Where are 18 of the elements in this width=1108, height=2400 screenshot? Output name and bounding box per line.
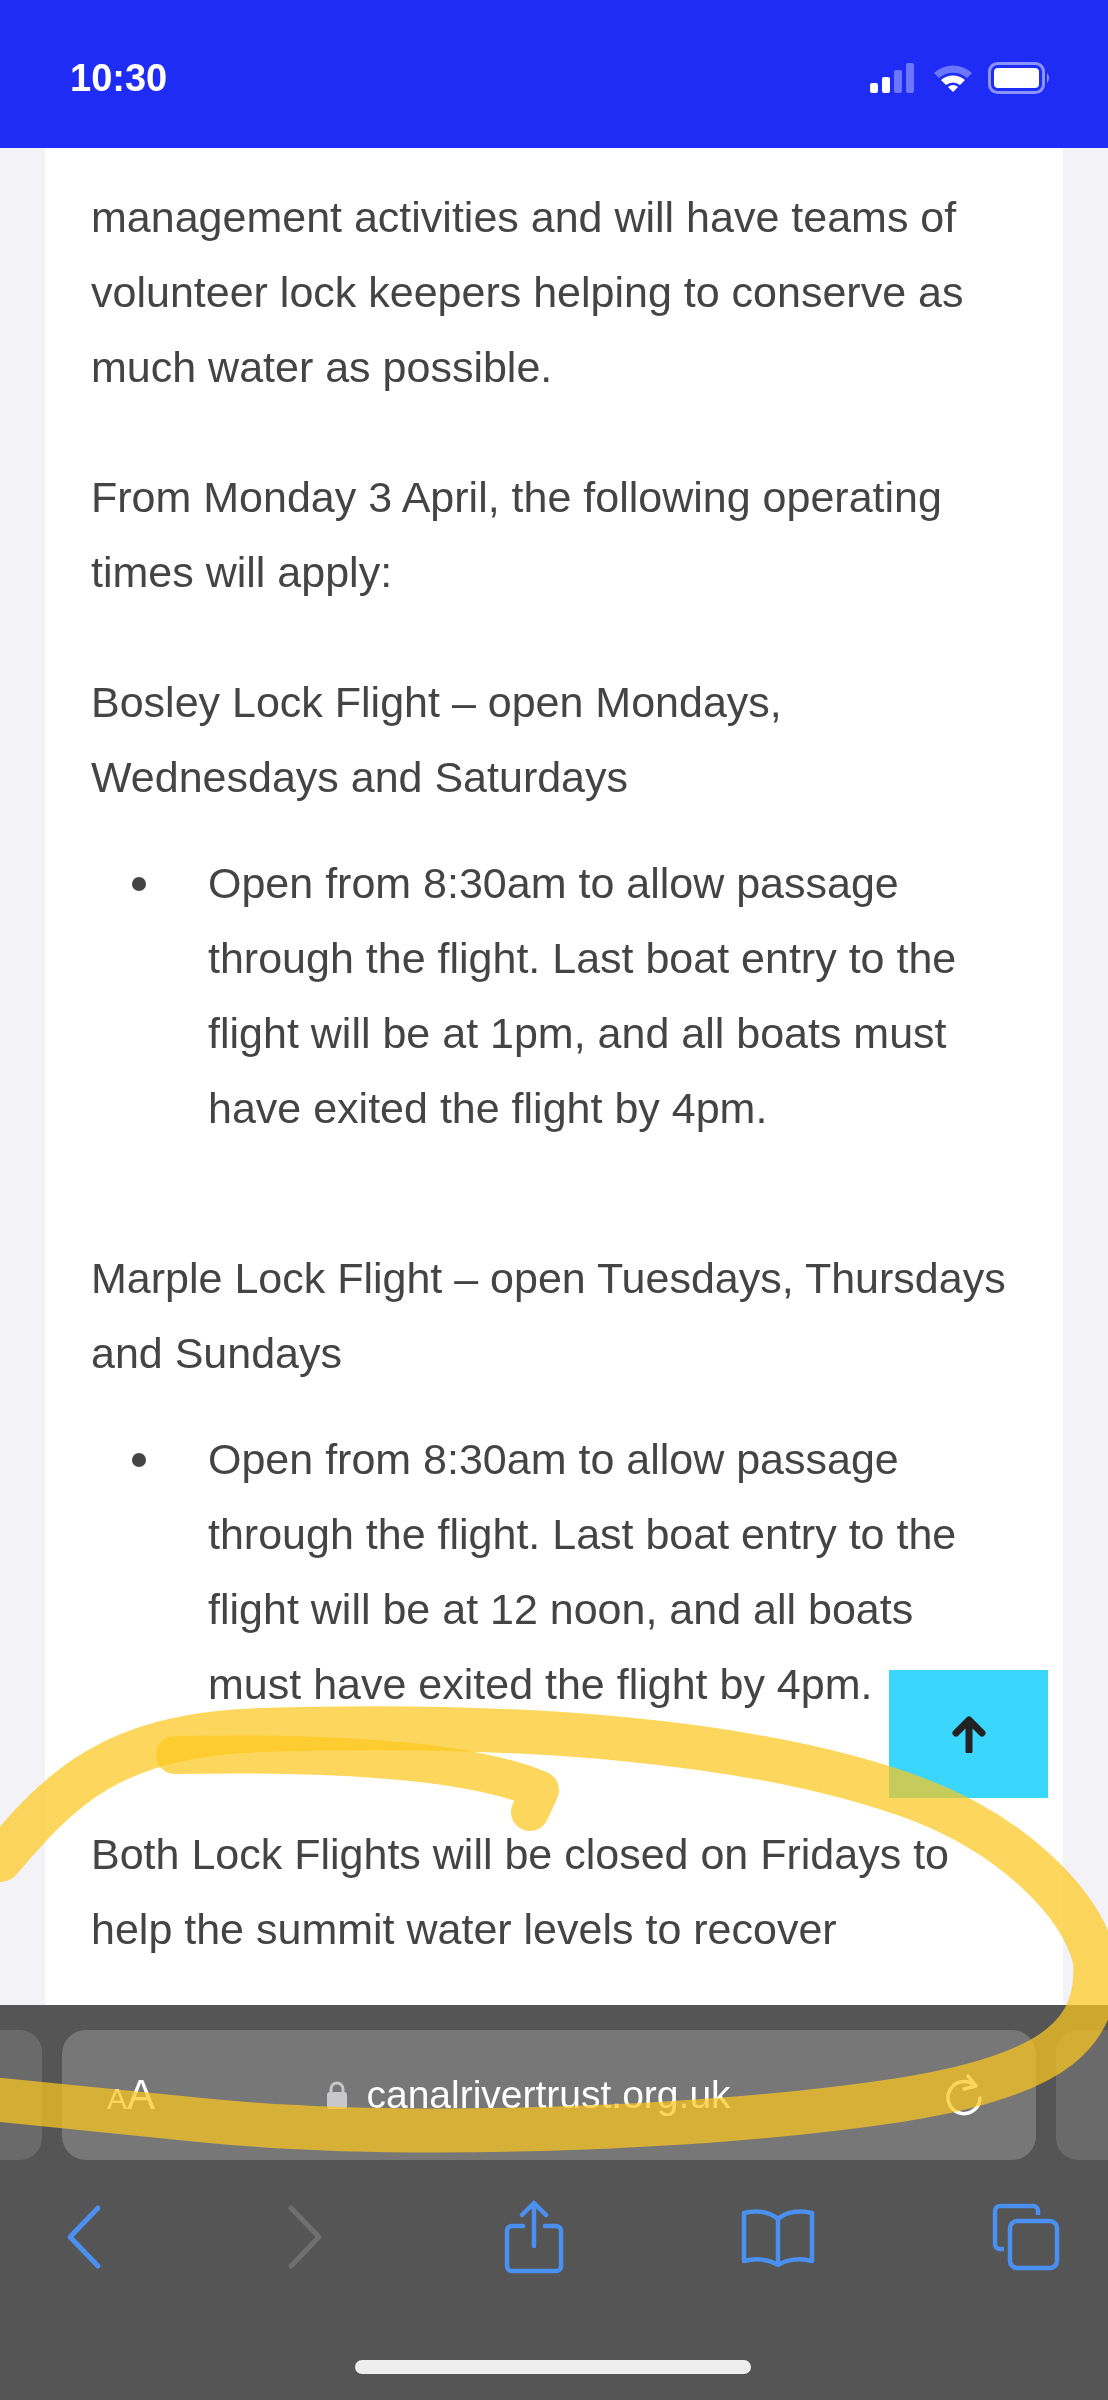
paragraph: management activities and will have teams of volunteer lock keepers helping to conserve as much water as possible. — [91, 192, 965, 393]
paragraph: Bosley Lock Flight – open Mondays, Wednesdays and Saturdays — [91, 677, 783, 803]
paragraph: From Monday 3 April, the following operating times will apply: — [91, 472, 943, 598]
book-icon[interactable] — [741, 2207, 815, 2267]
paragraph: Both Lock Flights will be closed on Fridays to help the summit water levels to recover — [91, 1829, 950, 1955]
status-time: 10:30 — [70, 56, 168, 100]
url-text: canalrivertrust.org.uk — [366, 2073, 731, 2117]
scroll-to-top-button[interactable] — [889, 1670, 1048, 1798]
lock-icon — [326, 2080, 349, 2110]
tabs-icon[interactable] — [992, 2203, 1060, 2271]
list-item-text: Open from 8:30am to allow passage through the flight. Last boat entry to the flight will be at 12 noon, and all boats must have exited the flight by 4pm. — [208, 1435, 957, 1708]
bullet-icon — [132, 877, 146, 891]
share-icon[interactable] — [504, 2200, 564, 2274]
bullet-icon — [132, 1453, 146, 1467]
battery-icon — [988, 62, 1052, 94]
list-item-text: Open from 8:30am to allow passage through the flight. Last boat entry to the flight will be at 1pm, and all boats must have exited the flight by 4pm. — [208, 859, 957, 1132]
up-arrow-icon — [951, 1715, 986, 1753]
paragraph: Marple Lock Flight – open Tuesdays, Thursdays and Sundays — [91, 1253, 1007, 1379]
